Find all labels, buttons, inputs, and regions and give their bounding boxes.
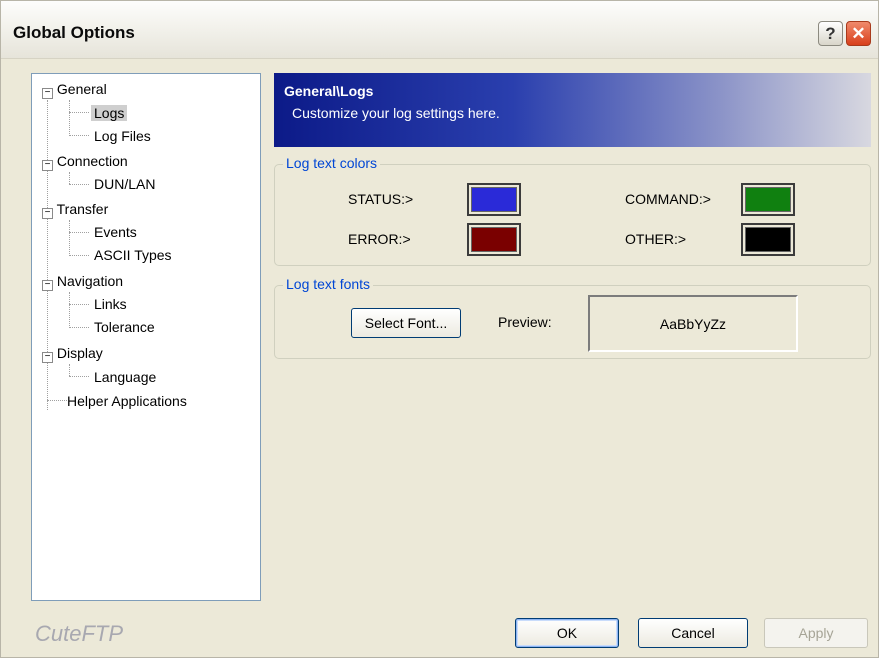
- brand-logo: CuteFTP: [35, 621, 124, 646]
- tree-item-label: DUN/LAN: [94, 176, 156, 192]
- collapse-icon[interactable]: −: [42, 352, 53, 363]
- close-button[interactable]: ✕: [846, 21, 871, 46]
- section-subtitle: Customize your log settings here.: [292, 105, 500, 121]
- font-preview-box: AaBbYyZz: [588, 295, 798, 352]
- tree-connector: [69, 135, 89, 136]
- status-color-fill: [471, 187, 517, 212]
- tree-item-display[interactable]: − Display: [42, 344, 103, 363]
- tree-connector: [69, 255, 89, 256]
- status-color-button[interactable]: [467, 183, 521, 216]
- tree-item-logs[interactable]: Logs: [91, 104, 128, 122]
- other-label: OTHER:>: [625, 231, 687, 247]
- error-label: ERROR:>: [348, 231, 411, 247]
- tree-item-general[interactable]: − General: [42, 80, 107, 99]
- apply-button[interactable]: Apply: [764, 618, 868, 648]
- tree-item-navigation[interactable]: − Navigation: [42, 272, 124, 291]
- tree-item-links[interactable]: Links: [94, 295, 127, 313]
- tree-item-label: Log Files: [94, 128, 151, 144]
- title-bar: Global Options ? ✕: [1, 1, 878, 59]
- global-options-dialog: Global Options ? ✕ − General Logs Log Fi…: [0, 0, 879, 658]
- error-color-button[interactable]: [467, 223, 521, 256]
- tree-connector: [69, 292, 70, 328]
- tree-connector: [69, 172, 70, 184]
- font-preview-text: AaBbYyZz: [659, 315, 727, 332]
- tree-item-ascii-types[interactable]: ASCII Types: [94, 246, 172, 264]
- tree-item-label: Tolerance: [94, 319, 155, 335]
- apply-label: Apply: [798, 625, 834, 641]
- log-text-colors-group: Log text colors STATUS:> ERROR:> COMMAND…: [274, 155, 871, 266]
- tree-connector: [47, 400, 67, 401]
- tree-connector: [69, 364, 70, 376]
- section-header: General\Logs Customize your log settings…: [274, 73, 871, 147]
- tree-item-transfer[interactable]: − Transfer: [42, 200, 109, 219]
- tree-connector: [69, 304, 89, 305]
- section-title: General\Logs: [284, 83, 374, 99]
- status-label: STATUS:>: [348, 191, 414, 207]
- command-color-fill: [745, 187, 791, 212]
- options-tree[interactable]: − General Logs Log Files − Connection DU…: [31, 73, 261, 601]
- group-legend: Log text colors: [283, 155, 381, 171]
- tree-connector: [69, 184, 89, 185]
- tree-connector: [69, 112, 89, 113]
- tree-connector: [69, 100, 70, 136]
- dialog-title: Global Options: [13, 23, 135, 42]
- tree-item-label: Display: [56, 345, 103, 361]
- tree-item-language[interactable]: Language: [94, 368, 156, 386]
- other-color-fill: [745, 227, 791, 252]
- collapse-icon[interactable]: −: [42, 280, 53, 291]
- cancel-button[interactable]: Cancel: [638, 618, 748, 648]
- tree-connector: [47, 100, 48, 410]
- error-color-fill: [471, 227, 517, 252]
- tree-item-label: Language: [94, 369, 157, 385]
- tree-item-label: Events: [94, 224, 137, 240]
- tree-item-label: Helper Applications: [67, 393, 187, 409]
- command-label: COMMAND:>: [625, 191, 711, 207]
- tree-connector: [69, 220, 70, 256]
- tree-connector: [69, 232, 89, 233]
- tree-item-connection[interactable]: − Connection: [42, 152, 128, 171]
- select-font-label: Select Font...: [364, 315, 448, 331]
- select-font-button[interactable]: Select Font...: [351, 308, 461, 338]
- tree-item-label: Transfer: [56, 201, 109, 217]
- help-icon: ?: [825, 23, 836, 43]
- tree-item-label: ASCII Types: [94, 247, 172, 263]
- tree-item-dun-lan[interactable]: DUN/LAN: [94, 175, 155, 193]
- tree-item-label: Links: [94, 296, 127, 312]
- tree-item-helper-applications[interactable]: Helper Applications: [67, 392, 187, 410]
- group-legend: Log text fonts: [283, 276, 374, 292]
- tree-item-tolerance[interactable]: Tolerance: [94, 318, 155, 336]
- cancel-label: Cancel: [671, 625, 715, 641]
- help-button[interactable]: ?: [818, 21, 843, 46]
- collapse-icon[interactable]: −: [42, 88, 53, 99]
- collapse-icon[interactable]: −: [42, 208, 53, 219]
- ok-label: OK: [556, 625, 578, 641]
- tree-item-events[interactable]: Events: [94, 223, 137, 241]
- tree-connector: [69, 327, 89, 328]
- close-icon: ✕: [851, 23, 866, 43]
- command-color-button[interactable]: [741, 183, 795, 216]
- tree-item-label: Navigation: [56, 273, 124, 289]
- tree-item-log-files[interactable]: Log Files: [94, 127, 151, 145]
- tree-item-label: General: [56, 81, 107, 97]
- other-color-button[interactable]: [741, 223, 795, 256]
- tree-item-label: Connection: [56, 153, 128, 169]
- collapse-icon[interactable]: −: [42, 160, 53, 171]
- tree-connector: [69, 376, 89, 377]
- ok-button[interactable]: OK: [515, 618, 619, 648]
- tree-item-label: Logs: [91, 105, 128, 121]
- preview-label: Preview:: [498, 314, 552, 330]
